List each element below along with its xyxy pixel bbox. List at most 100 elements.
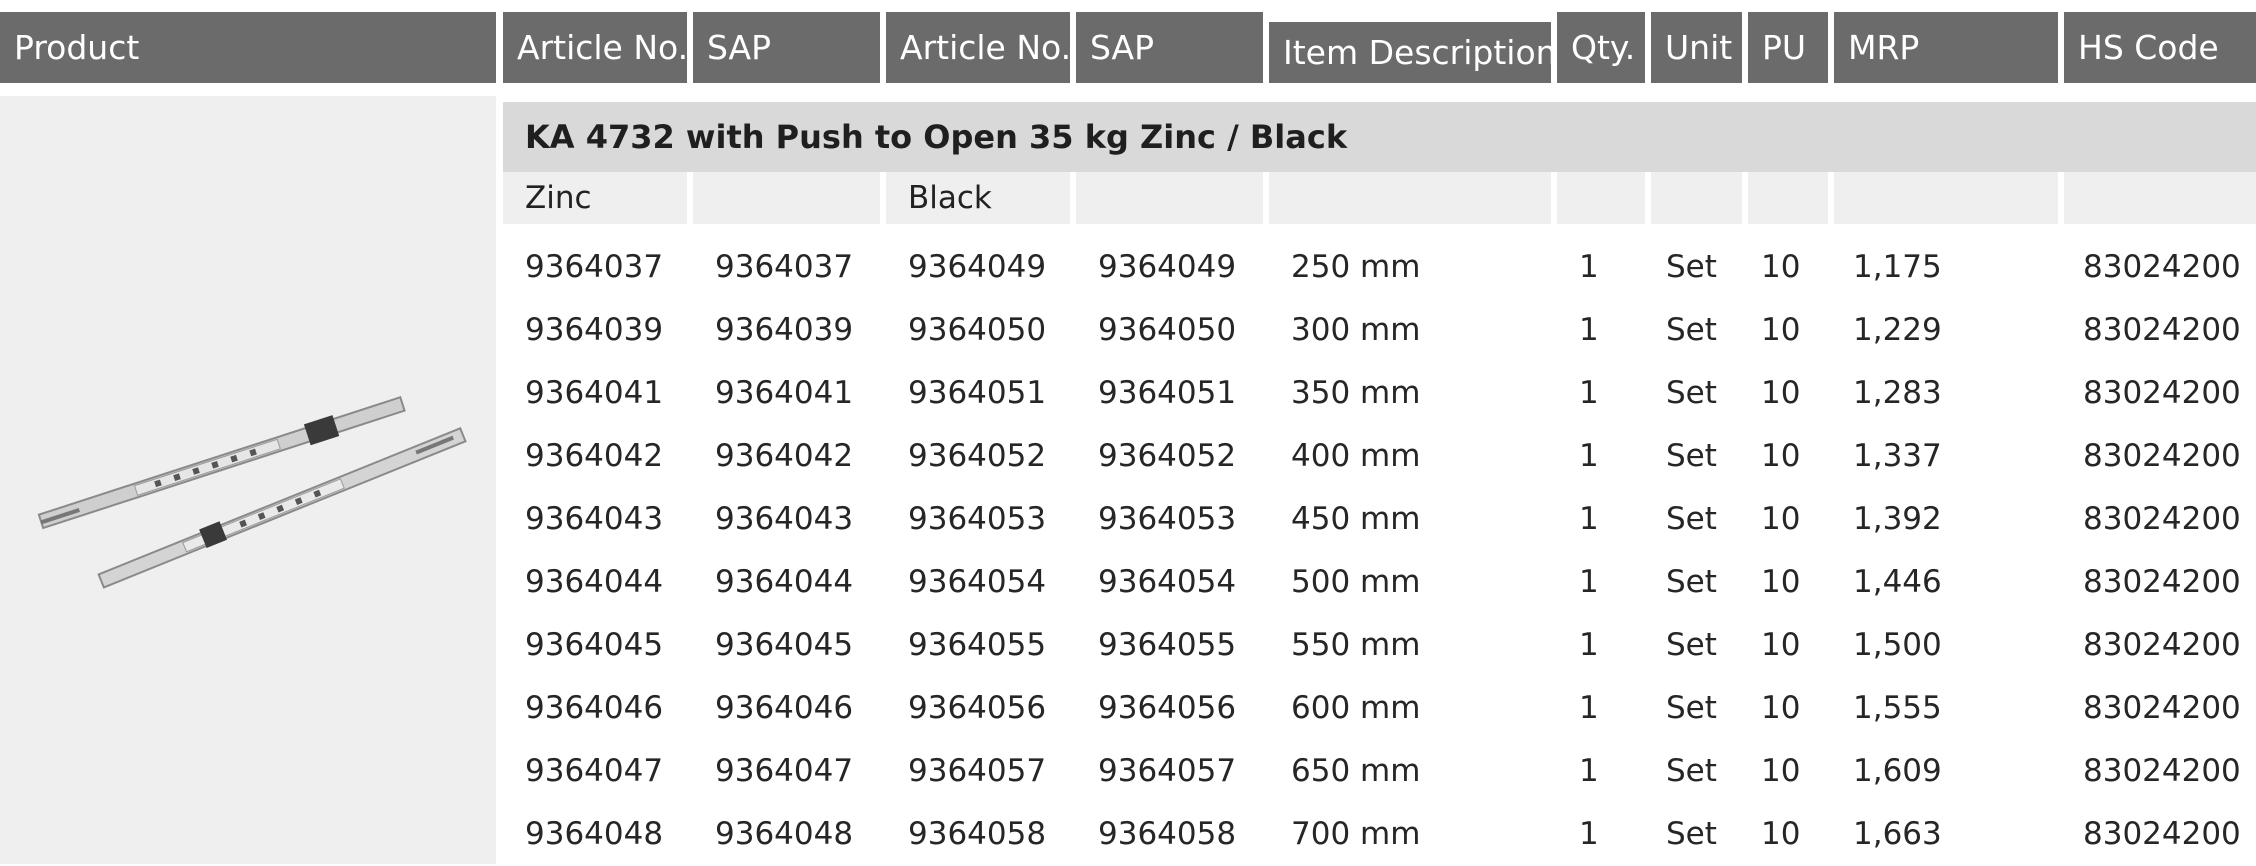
- cell-pu: 10: [1761, 501, 1801, 537]
- cell-qty: 1: [1579, 501, 1599, 537]
- cell-qty: 1: [1579, 375, 1599, 411]
- cell-mrp: 1,337: [1853, 438, 1942, 474]
- cell-article-black: 9364057: [908, 753, 1047, 789]
- cell-article-zinc: 9364047: [525, 753, 664, 789]
- cell-article-black: 9364056: [908, 690, 1047, 726]
- col-header-sap-black: SAP: [1076, 12, 1263, 83]
- table-body: 9364037 9364037 9364049 9364049 250 mm 1…: [503, 236, 2256, 866]
- cell-article-black: 9364052: [908, 438, 1047, 474]
- cell-mrp: 1,229: [1853, 312, 1942, 348]
- cell-sap-zinc: 9364043: [715, 501, 854, 537]
- cell-hs-code: 83024200: [2083, 816, 2241, 852]
- cell-item-description: 250 mm: [1291, 249, 1421, 285]
- col-header-hs-code: HS Code: [2064, 12, 2256, 83]
- cell-hs-code: 83024200: [2083, 438, 2241, 474]
- cell-qty: 1: [1579, 438, 1599, 474]
- col-header-sap-zinc: SAP: [693, 12, 880, 83]
- cell-qty: 1: [1579, 816, 1599, 852]
- cell-article-black: 9364055: [908, 627, 1047, 663]
- finish-empty-cell: [693, 172, 880, 224]
- finish-empty-cell: [1651, 172, 1742, 224]
- cell-pu: 10: [1761, 438, 1801, 474]
- cell-unit: Set: [1666, 564, 1717, 600]
- cell-hs-code: 83024200: [2083, 627, 2241, 663]
- cell-sap-zinc: 9364039: [715, 312, 854, 348]
- finish-black-label: Black: [886, 172, 1070, 224]
- cell-unit: Set: [1666, 627, 1717, 663]
- cell-pu: 10: [1761, 816, 1801, 852]
- col-header-item-description: Item Description: [1269, 22, 1557, 83]
- cell-qty: 1: [1579, 627, 1599, 663]
- cell-sap-black: 9364058: [1098, 816, 1237, 852]
- cell-hs-code: 83024200: [2083, 249, 2241, 285]
- section-title: KA 4732 with Push to Open 35 kg Zinc / B…: [503, 102, 2256, 172]
- finish-empty-cell: [1748, 172, 1828, 224]
- cell-qty: 1: [1579, 690, 1599, 726]
- cell-pu: 10: [1761, 564, 1801, 600]
- cell-pu: 10: [1761, 690, 1801, 726]
- cell-article-black: 9364053: [908, 501, 1047, 537]
- cell-item-description: 700 mm: [1291, 816, 1421, 852]
- cell-item-description: 350 mm: [1291, 375, 1421, 411]
- finish-empty-cell: [2064, 172, 2256, 224]
- cell-mrp: 1,283: [1853, 375, 1942, 411]
- cell-unit: Set: [1666, 501, 1717, 537]
- cell-article-zinc: 9364048: [525, 816, 664, 852]
- cell-item-description: 300 mm: [1291, 312, 1421, 348]
- cell-pu: 10: [1761, 627, 1801, 663]
- col-header-pu: PU: [1748, 12, 1828, 83]
- table-row: 9364042 9364042 9364052 9364052 400 mm 1…: [503, 425, 2256, 488]
- cell-unit: Set: [1666, 438, 1717, 474]
- cell-sap-black: 9364056: [1098, 690, 1237, 726]
- cell-qty: 1: [1579, 564, 1599, 600]
- cell-sap-zinc: 9364042: [715, 438, 854, 474]
- cell-item-description: 650 mm: [1291, 753, 1421, 789]
- table-row: 9364046 9364046 9364056 9364056 600 mm 1…: [503, 677, 2256, 740]
- cell-sap-black: 9364052: [1098, 438, 1237, 474]
- cell-mrp: 1,555: [1853, 690, 1942, 726]
- table-row: 9364047 9364047 9364057 9364057 650 mm 1…: [503, 740, 2256, 803]
- col-header-qty: Qty.: [1557, 12, 1645, 83]
- cell-article-black: 9364051: [908, 375, 1047, 411]
- cell-article-black: 9364049: [908, 249, 1047, 285]
- finish-empty-cell: [1834, 172, 2058, 224]
- cell-mrp: 1,500: [1853, 627, 1942, 663]
- cell-article-black: 9364058: [908, 816, 1047, 852]
- cell-unit: Set: [1666, 312, 1717, 348]
- cell-unit: Set: [1666, 753, 1717, 789]
- cell-hs-code: 83024200: [2083, 312, 2241, 348]
- col-header-product: Product: [0, 12, 496, 83]
- finish-empty-cell: [1076, 172, 1263, 224]
- cell-hs-code: 83024200: [2083, 375, 2241, 411]
- cell-unit: Set: [1666, 375, 1717, 411]
- cell-pu: 10: [1761, 312, 1801, 348]
- finish-row: Zinc Black: [503, 172, 2256, 224]
- cell-article-zinc: 9364039: [525, 312, 664, 348]
- cell-unit: Set: [1666, 690, 1717, 726]
- cell-article-zinc: 9364045: [525, 627, 664, 663]
- cell-article-black: 9364050: [908, 312, 1047, 348]
- cell-article-zinc: 9364043: [525, 501, 664, 537]
- cell-hs-code: 83024200: [2083, 501, 2241, 537]
- cell-item-description: 550 mm: [1291, 627, 1421, 663]
- drawer-slide-image: [37, 396, 467, 589]
- cell-article-zinc: 9364042: [525, 438, 664, 474]
- cell-pu: 10: [1761, 375, 1801, 411]
- cell-mrp: 1,663: [1853, 816, 1942, 852]
- cell-qty: 1: [1579, 312, 1599, 348]
- cell-pu: 10: [1761, 249, 1801, 285]
- cell-sap-black: 9364054: [1098, 564, 1237, 600]
- table-row: 9364039 9364039 9364050 9364050 300 mm 1…: [503, 299, 2256, 362]
- cell-item-description: 600 mm: [1291, 690, 1421, 726]
- col-header-article-black: Article No.: [886, 12, 1071, 83]
- cell-item-description: 500 mm: [1291, 564, 1421, 600]
- cell-article-zinc: 9364041: [525, 375, 664, 411]
- cell-sap-black: 9364057: [1098, 753, 1237, 789]
- cell-article-zinc: 9364037: [525, 249, 664, 285]
- table-row: 9364043 9364043 9364053 9364053 450 mm 1…: [503, 488, 2256, 551]
- table-row: 9364045 9364045 9364055 9364055 550 mm 1…: [503, 614, 2256, 677]
- cell-article-zinc: 9364044: [525, 564, 664, 600]
- cell-sap-zinc: 9364046: [715, 690, 854, 726]
- col-header-mrp: MRP: [1834, 12, 2058, 83]
- cell-pu: 10: [1761, 753, 1801, 789]
